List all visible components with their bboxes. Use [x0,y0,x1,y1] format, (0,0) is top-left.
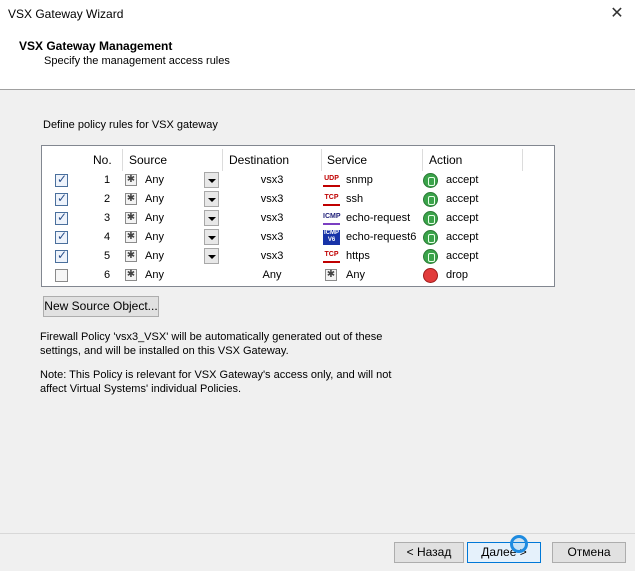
any-object-icon: ✱ [125,231,137,243]
rule-destination: vsx3 [260,193,284,205]
any-object-icon: ✱ [125,250,137,262]
policy-rules-table[interactable]: No. Source Destination Service Action 1 … [41,145,555,287]
rule-action: accept [446,250,479,262]
column-separator [422,149,423,171]
rule-destination: vsx3 [260,174,284,186]
accept-action-icon [423,230,438,245]
rule-number: 2 [103,193,111,205]
close-icon[interactable]: ✕ [607,4,627,24]
rule-enable-checkbox[interactable] [55,229,68,244]
rule-destination: vsx3 [260,250,284,262]
table-row[interactable]: 3 ✱ Any vsx3 ICMP echo-request accept [42,209,554,228]
rule-destination: vsx3 [260,231,284,243]
next-button[interactable]: Далее > [467,542,541,563]
rule-service: echo-request [346,212,411,224]
any-object-icon: ✱ [125,269,137,281]
rule-service: https [346,250,370,262]
rule-source: Any [145,269,164,281]
rule-enable-checkbox[interactable] [55,172,68,187]
any-object-icon: ✱ [125,174,137,186]
rule-action: accept [446,231,479,243]
column-separator [222,149,223,171]
column-separator [522,149,523,171]
column-header-no: No. [93,153,112,167]
source-dropdown-button[interactable] [204,172,219,188]
accept-action-icon [423,249,438,264]
column-separator [321,149,322,171]
rule-source: Any [145,193,164,205]
any-object-icon: ✱ [125,193,137,205]
table-row[interactable]: 5 ✱ Any vsx3 TCP https accept [42,247,554,266]
rule-number: 5 [103,250,111,262]
any-object-icon: ✱ [125,212,137,224]
column-header-destination: Destination [229,153,290,167]
new-source-object-button[interactable]: New Source Object... [43,296,159,317]
rule-destination: Any [262,269,282,281]
rule-service: echo-request6 [346,231,417,243]
column-separator [122,149,123,171]
rule-service: Any [346,269,365,281]
policy-label: Define policy rules for VSX gateway [43,119,218,131]
rule-number: 1 [103,174,111,186]
source-dropdown-button[interactable] [204,191,219,207]
table-row[interactable]: 2 ✱ Any vsx3 TCP ssh accept [42,190,554,209]
icmp-service-icon: ICMP [323,212,341,225]
cancel-button[interactable]: Отмена [552,542,626,563]
accept-action-icon [423,192,438,207]
back-button[interactable]: < Назад [394,542,464,563]
column-header-service: Service [327,153,368,167]
rule-action: accept [446,174,479,186]
table-row[interactable]: 4 ✱ Any vsx3 ICMP V6 echo-request6 accep… [42,228,554,247]
policy-generation-note: Firewall Policy 'vsx3_VSX' will be autom… [40,331,383,357]
window-title: VSX Gateway Wizard [8,7,124,21]
table-row[interactable]: 1 ✱ Any vsx3 UDP snmp accept [42,171,554,190]
rule-action: accept [446,193,479,205]
rule-number: 4 [103,231,111,243]
source-dropdown-button[interactable] [204,210,219,226]
rule-enable-checkbox[interactable] [55,248,68,263]
icmpv6-service-icon: ICMP V6 [323,230,340,245]
rule-source: Any [145,212,164,224]
policy-scope-note: Note: This Policy is relevant for VSX Ga… [40,369,392,395]
rule-enable-checkbox[interactable] [55,269,68,282]
rule-source: Any [145,231,164,243]
page-subtitle: Specify the management access rules [44,55,230,67]
source-dropdown-button[interactable] [204,229,219,245]
page-title: VSX Gateway Management [19,39,173,53]
accept-action-icon [423,173,438,188]
footer-divider [0,533,635,534]
mouse-cursor-highlight [510,535,528,553]
source-dropdown-button[interactable] [204,248,219,264]
rule-service: snmp [346,174,373,186]
rule-destination: vsx3 [260,212,284,224]
rule-number: 6 [103,269,111,281]
rule-service: ssh [346,193,364,205]
rule-action: drop [446,269,469,281]
rule-enable-checkbox[interactable] [55,191,68,206]
title-bar: VSX Gateway Wizard ✕ [0,0,635,30]
rule-action: accept [446,212,479,224]
rule-source: Any [145,174,164,186]
column-header-source: Source [129,153,168,167]
rule-source: Any [145,250,164,262]
wizard-header: VSX Gateway Management Specify the manag… [0,30,635,90]
rule-enable-checkbox[interactable] [55,210,68,225]
tcp-service-icon: TCP [323,193,340,206]
rule-number: 3 [103,212,111,224]
accept-action-icon [423,211,438,226]
tcp-service-icon: TCP [323,250,340,263]
any-object-icon: ✱ [325,269,337,281]
drop-action-icon [423,268,438,283]
udp-service-icon: UDP [323,174,340,187]
column-header-action: Action [429,153,463,167]
table-row[interactable]: 6 ✱ Any Any ✱ Any drop [42,266,554,285]
